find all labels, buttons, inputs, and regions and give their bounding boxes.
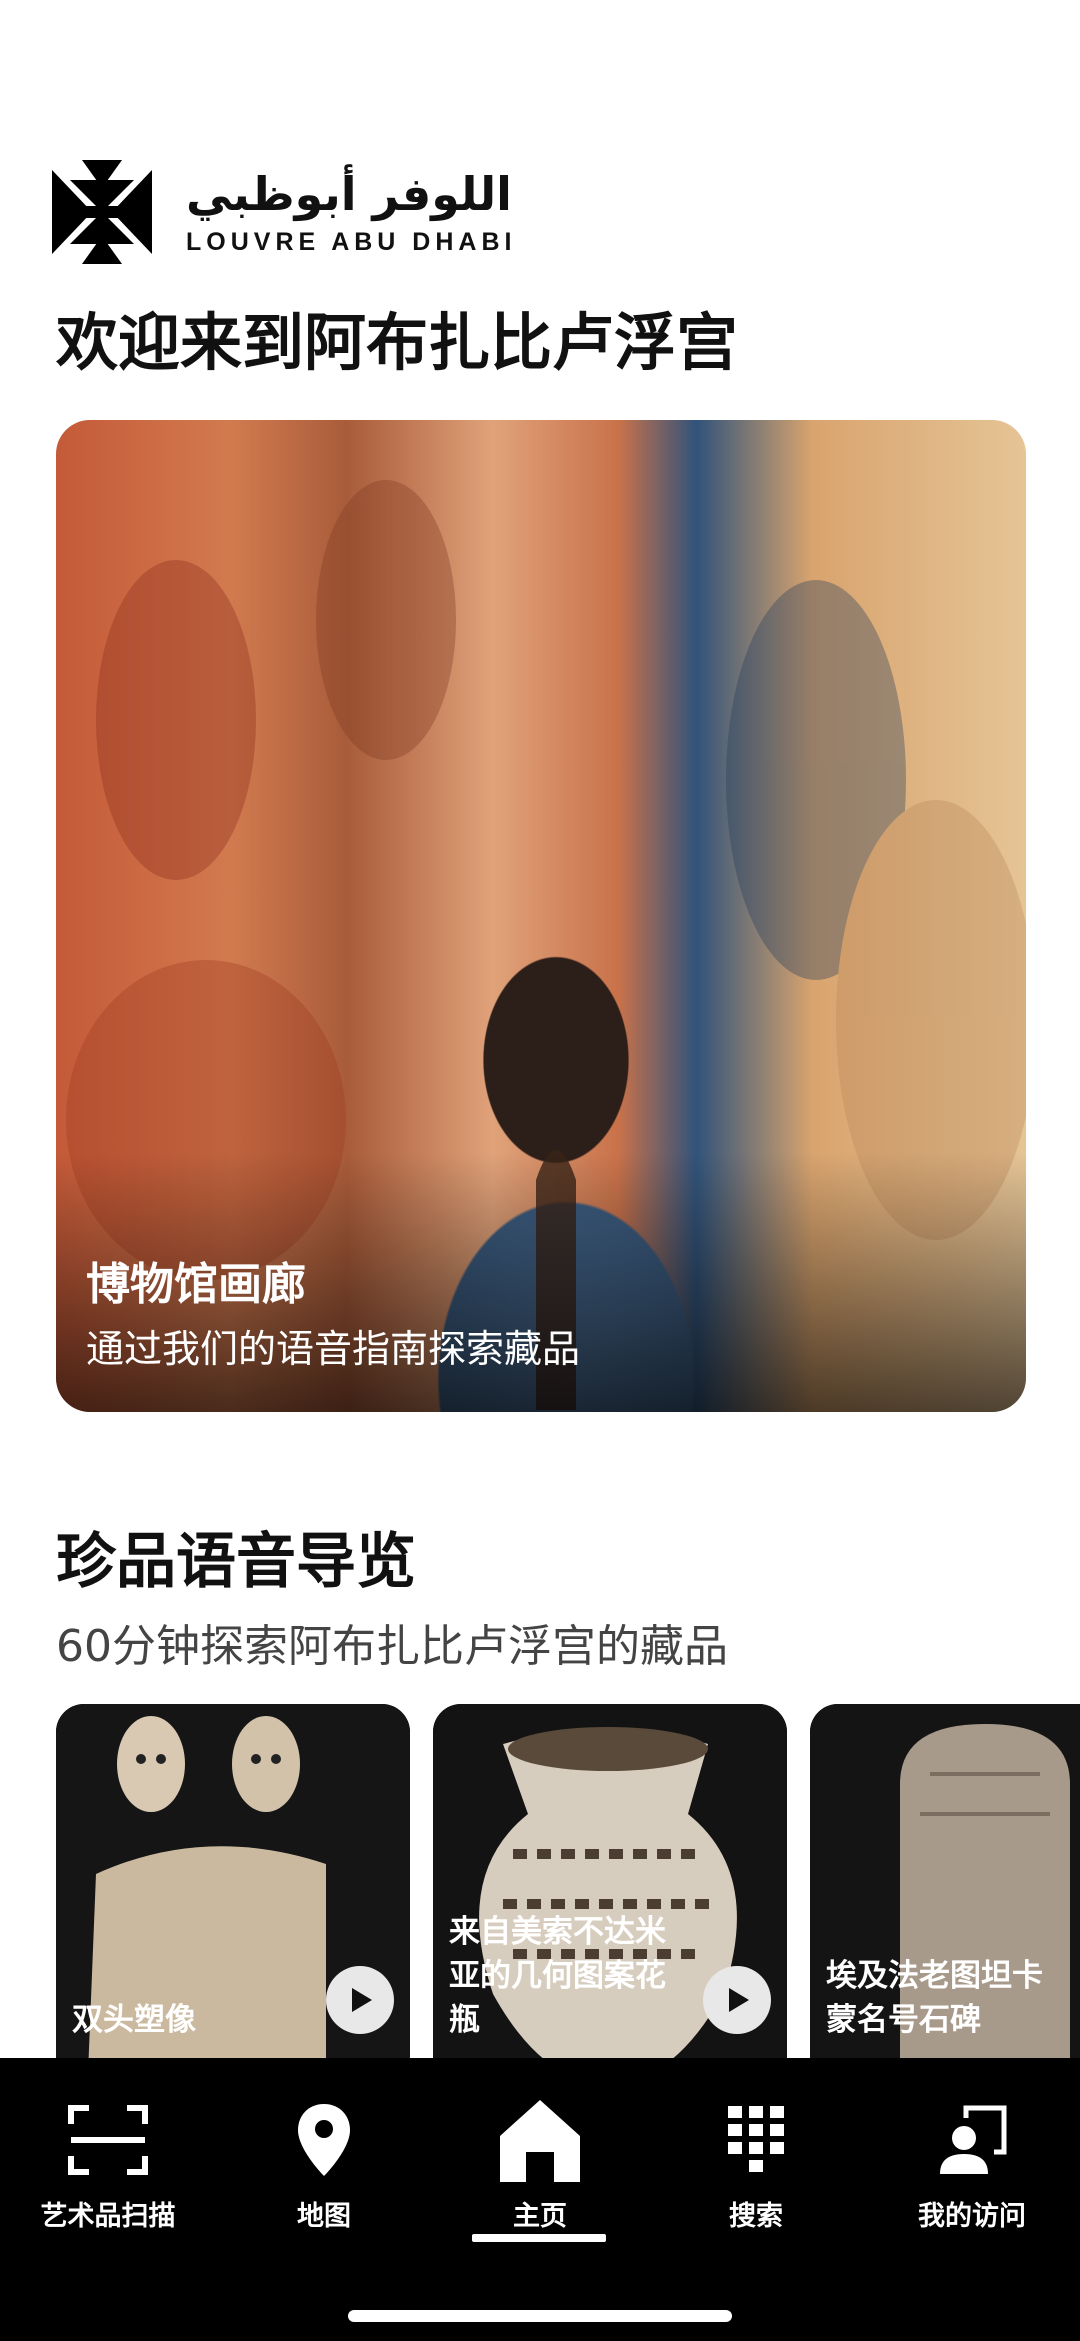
tour-card-label: 来自美索不达米亚的几何图案花瓶 xyxy=(449,1914,666,2038)
play-button[interactable] xyxy=(326,1966,394,2034)
logo-english-text: LOUVRE ABU DHABI xyxy=(186,227,517,256)
bottom-nav: 艺术品扫描 地图 主页 搜索 我的访问 xyxy=(0,2058,1080,2341)
tour-card[interactable]: 双头塑像 xyxy=(56,1704,410,2060)
hero-title: 博物馆画廊 xyxy=(86,1259,306,1310)
tour-card-label: 埃及法老图坦卡蒙名号石碑 xyxy=(826,1958,1043,2038)
home-indicator[interactable] xyxy=(348,2310,732,2322)
nav-item-my-visit[interactable]: 我的访问 xyxy=(872,2096,1072,2233)
logo-arabic-text: اللوفر أبوظبي xyxy=(186,166,512,221)
scan-icon xyxy=(68,2105,148,2175)
nav-label: 艺术品扫描 xyxy=(40,2201,176,2232)
play-icon xyxy=(352,1988,372,2012)
profile-icon xyxy=(940,2105,1007,2174)
audio-tour-carousel[interactable]: 双头塑像 来自美索不达米亚的几何图案花瓶 埃及法老图坦卡蒙名号石碑 xyxy=(56,1704,1080,2060)
logo: اللوفر أبوظبي LOUVRE ABU DHABI xyxy=(52,160,516,264)
nav-label: 地图 xyxy=(297,2201,351,2232)
tour-card[interactable]: 埃及法老图坦卡蒙名号石碑 xyxy=(810,1704,1080,2060)
gallery-hero-card[interactable]: 博物馆画廊 通过我们的语音指南探索藏品 xyxy=(56,420,1026,1412)
nav-label: 搜索 xyxy=(729,2201,783,2232)
nav-item-artwork-scan[interactable]: 艺术品扫描 xyxy=(8,2096,208,2233)
tour-card-label: 双头塑像 xyxy=(72,2002,196,2038)
home-icon xyxy=(500,2100,580,2182)
map-pin-icon xyxy=(298,2104,350,2176)
welcome-title: 欢迎来到阿布扎比卢浮宫 xyxy=(56,306,739,379)
nav-item-search[interactable]: 搜索 xyxy=(656,2096,856,2233)
section-title: 珍品语音导览 xyxy=(56,1527,416,1597)
keypad-icon xyxy=(728,2106,784,2172)
hero-subtitle: 通过我们的语音指南探索藏品 xyxy=(86,1327,581,1371)
active-tab-indicator xyxy=(472,2234,606,2242)
nav-item-map[interactable]: 地图 xyxy=(224,2096,424,2233)
play-icon xyxy=(729,1988,749,2012)
louvre-logo-mark xyxy=(52,160,152,264)
section-subtitle: 60分钟探索阿布扎比卢浮宫的藏品 xyxy=(56,1621,728,1672)
tour-card[interactable]: 来自美索不达米亚的几何图案花瓶 xyxy=(433,1704,787,2060)
play-button[interactable] xyxy=(703,1966,771,2034)
nav-label: 我的访问 xyxy=(918,2201,1026,2232)
nav-label: 主页 xyxy=(513,2201,567,2232)
nav-item-home[interactable]: 主页 xyxy=(440,2096,640,2233)
